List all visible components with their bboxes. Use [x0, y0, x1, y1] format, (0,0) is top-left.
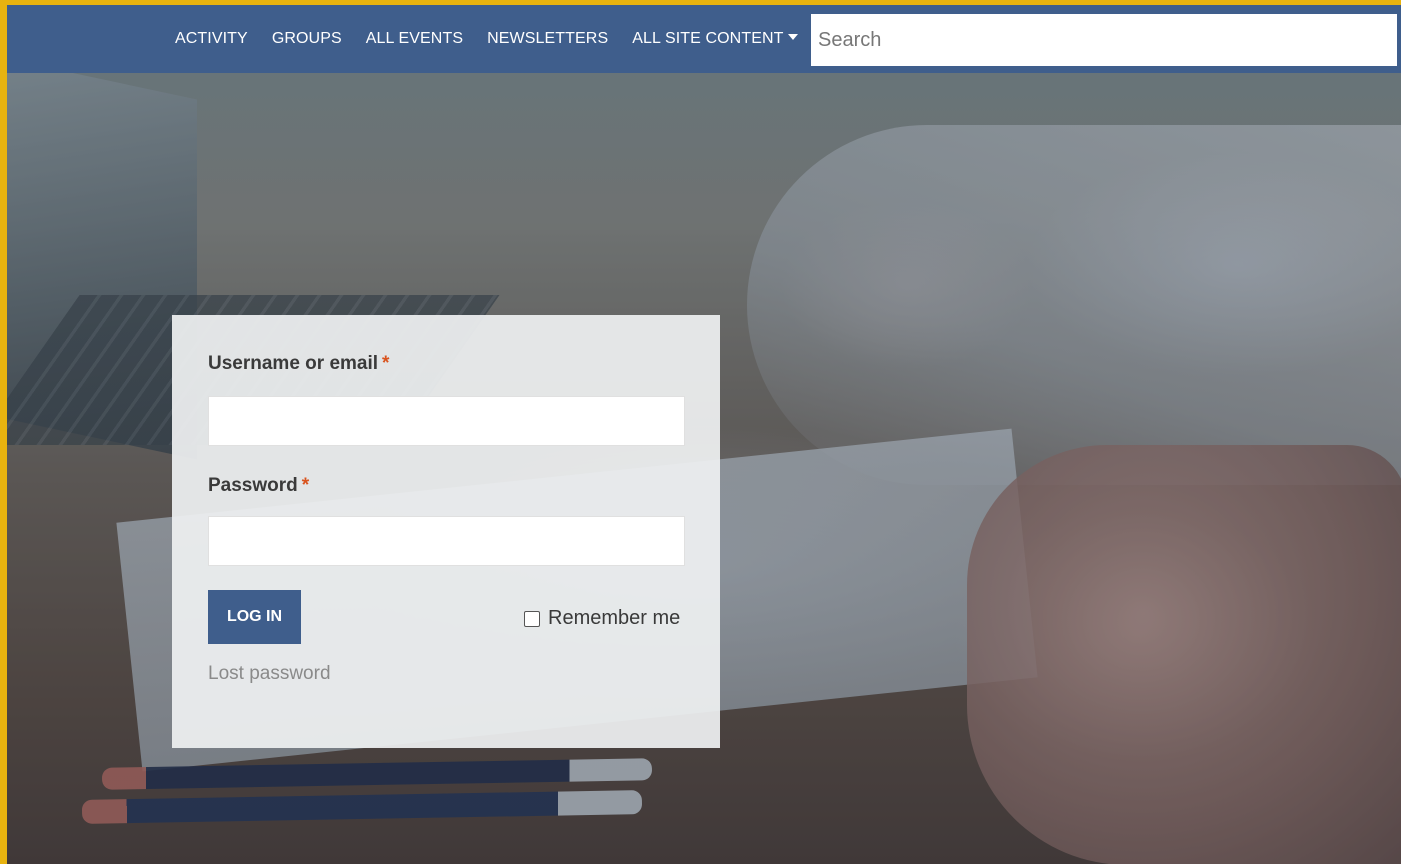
required-marker: *: [301, 475, 310, 496]
username-label-text: Username or email: [208, 353, 379, 374]
caret-down-icon: [787, 34, 798, 40]
password-label-text: Password: [208, 475, 298, 496]
top-navbar: ACTIVITY GROUPS ALL EVENTS NEWSLETTERS A…: [7, 5, 1401, 73]
password-label: Password *: [208, 475, 309, 497]
nav-item-activity[interactable]: ACTIVITY: [163, 30, 260, 48]
nav-item-all-site-content[interactable]: ALL SITE CONTENT: [620, 30, 809, 48]
search-input[interactable]: [811, 14, 1397, 66]
username-field[interactable]: [208, 396, 685, 446]
required-marker: *: [382, 353, 390, 374]
nav-item-newsletters[interactable]: NEWSLETTERS: [475, 30, 620, 48]
page-frame: ACTIVITY GROUPS ALL EVENTS NEWSLETTERS A…: [7, 5, 1401, 864]
login-button[interactable]: LOG IN: [208, 590, 301, 644]
username-label: Username or email *: [208, 353, 389, 375]
nav-item-all-events[interactable]: ALL EVENTS: [354, 30, 475, 48]
login-card: Username or email * Password * LOG IN Reme…: [172, 315, 720, 748]
nav-links: ACTIVITY GROUPS ALL EVENTS NEWSLETTERS A…: [163, 30, 810, 48]
nav-item-all-site-content-label: ALL SITE CONTENT: [632, 30, 784, 47]
remember-me-checkbox[interactable]: [524, 610, 540, 627]
lost-password-link[interactable]: Lost password: [208, 663, 331, 685]
remember-me[interactable]: Remember me: [524, 607, 680, 630]
nav-item-groups[interactable]: GROUPS: [260, 30, 354, 48]
password-field[interactable]: [208, 516, 685, 566]
remember-me-label: Remember me: [548, 607, 681, 629]
